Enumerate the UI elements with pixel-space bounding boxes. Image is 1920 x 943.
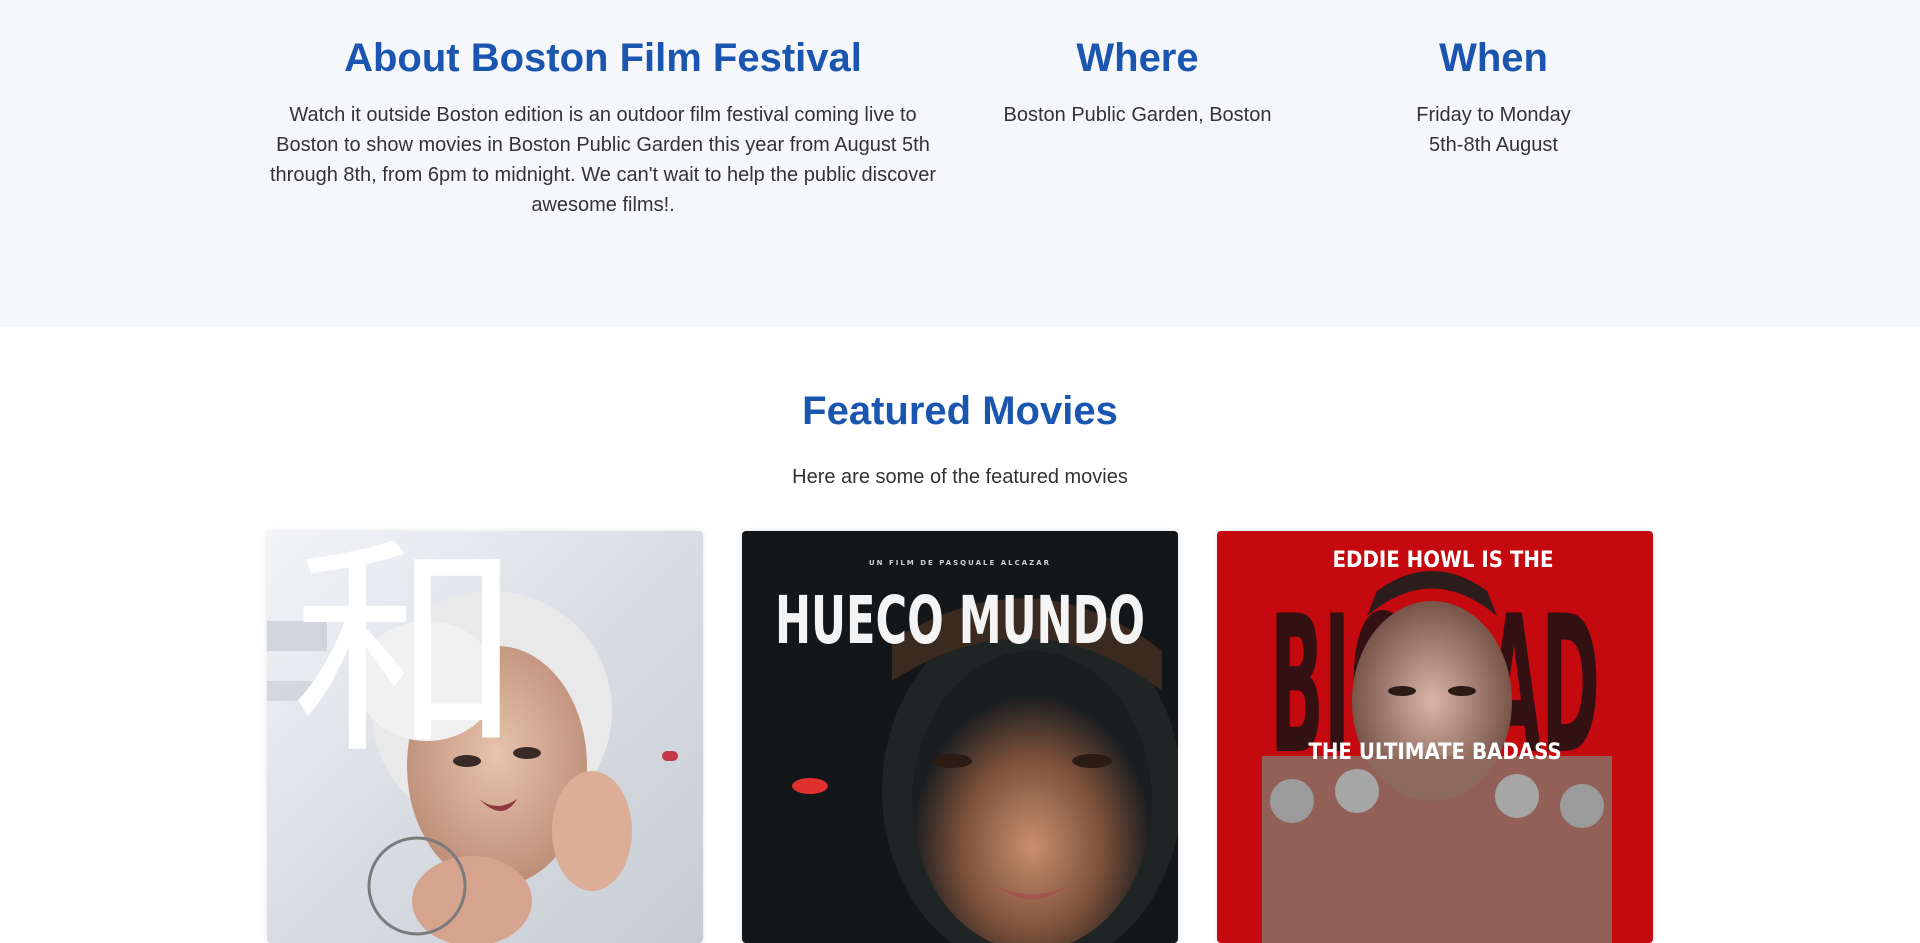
about-description: Watch it outside Boston edition is an ou… [269,104,936,216]
when-days: Friday to Monday [1416,104,1571,126]
about-title: About Boston Film Festival [344,36,862,80]
featured-movies-section: Featured Movies Here are some of the fea… [0,327,1920,943]
featured-subtitle: Here are some of the featured movies [792,466,1128,488]
poster-title: HUECO MUNDO [775,582,1145,659]
movie-card-2[interactable]: UN FILM DE PASQUALE ALCAZAR HUECO MUNDO [742,531,1178,943]
where-column: Where Boston Public Garden, Boston [985,0,1290,130]
when-column: When Friday to Monday 5th-8th August [1340,0,1647,160]
poster-glyph: 和 [292,531,522,786]
where-title: Where [1076,36,1199,80]
movie-card-1[interactable]: 和 [267,531,703,943]
movie-poster-1: 和 [267,531,703,943]
movie-poster-3: BIG BAD EDDIE HOWL IS THE THE ULTIMATE B… [1217,531,1653,943]
when-dates: Friday to Monday 5th-8th August [1340,100,1647,160]
about-section: About Boston Film Festival Watch it outs… [0,0,1920,327]
poster-tagline-mid: THE ULTIMATE BADASS [1308,740,1561,765]
when-title: When [1439,36,1548,80]
poster-credit: UN FILM DE PASQUALE ALCAZAR [869,559,1051,567]
where-location: Boston Public Garden, Boston [1003,104,1272,126]
poster-tagline-top: EDDIE HOWL IS THE [1333,548,1554,573]
about-column: About Boston Film Festival Watch it outs… [265,0,941,220]
featured-title: Featured Movies [802,389,1118,433]
when-date-range: 5th-8th August [1429,134,1558,156]
movie-card-3[interactable]: BIG BAD EDDIE HOWL IS THE THE ULTIMATE B… [1217,531,1653,943]
movie-poster-2: UN FILM DE PASQUALE ALCAZAR HUECO MUNDO [742,531,1178,943]
